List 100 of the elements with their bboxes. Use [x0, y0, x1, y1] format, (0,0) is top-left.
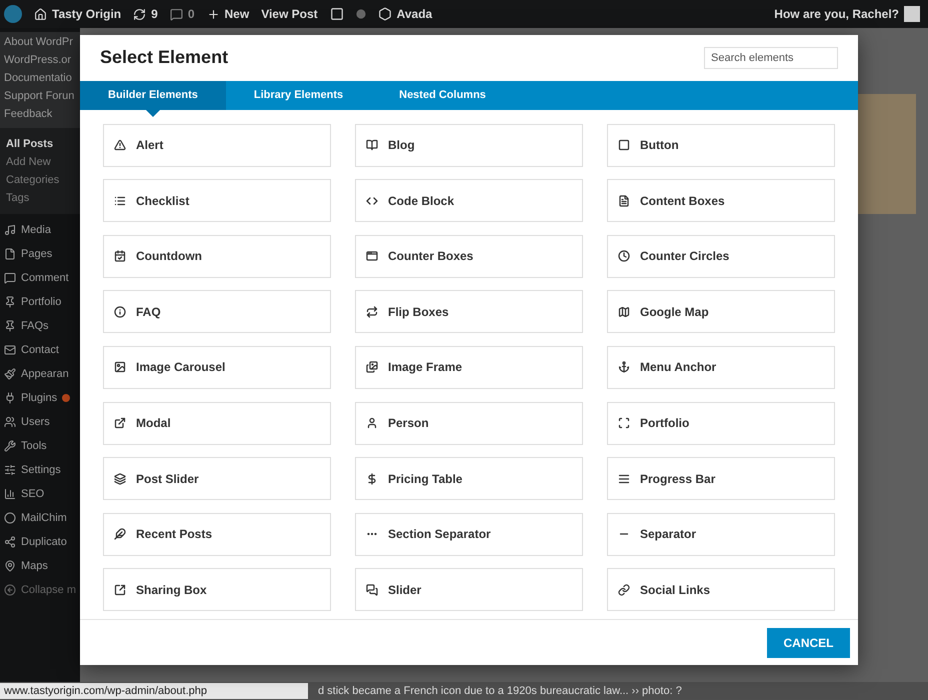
status-url: www.tastyorigin.com/wp-admin/about.php [0, 683, 308, 699]
flyout-link[interactable]: About WordPr [4, 36, 76, 48]
element-button[interactable]: Blog [355, 124, 583, 167]
flyout-link[interactable]: WordPress.or [4, 54, 76, 66]
comments-link[interactable]: 0 [170, 7, 194, 21]
theme-link[interactable]: Avada [378, 7, 432, 21]
menu-item[interactable]: FAQs [4, 318, 76, 334]
element-button[interactable]: Countdown [103, 234, 331, 278]
plug-icon [4, 392, 16, 404]
pin-icon [4, 296, 16, 308]
menu-item[interactable]: MailChim [4, 510, 76, 526]
element-button[interactable]: Pricing Table [355, 457, 583, 500]
account-link[interactable]: How are you, Rachel? [774, 6, 920, 22]
menu-item[interactable]: Duplicato [4, 534, 76, 550]
flyout-link[interactable]: Documentatio [4, 72, 76, 84]
comment-icon [4, 272, 16, 284]
circle-icon [4, 512, 16, 524]
element-button[interactable]: Slider [355, 568, 583, 612]
element-button[interactable]: Counter Boxes [355, 234, 583, 278]
element-button[interactable]: Portfolio [607, 402, 835, 444]
refresh-icon [366, 306, 378, 318]
map-icon [4, 560, 16, 572]
images-icon [366, 361, 378, 374]
site-link[interactable]: Tasty Origin [34, 7, 122, 21]
brush-icon [4, 368, 16, 380]
menu-item[interactable]: Settings [4, 462, 76, 478]
element-button[interactable]: Section Separator [355, 512, 583, 556]
link-icon [618, 584, 630, 596]
tab[interactable]: Library Elements [226, 80, 372, 110]
users-icon [4, 416, 16, 428]
caption-text: d stick became a French icon due to a 1920s bureaucratic law... ›› photo: ? [317, 685, 682, 697]
submenu-item[interactable]: Tags [6, 192, 74, 204]
flyout-link[interactable]: Support Forun [4, 90, 76, 102]
submenu-item[interactable]: Add New [6, 156, 74, 168]
wrench-icon [4, 440, 16, 452]
settings-icon [4, 464, 16, 476]
code-icon [366, 194, 378, 207]
menu-item[interactable]: SEO [4, 486, 76, 502]
submenu-item[interactable]: Categories [6, 174, 74, 186]
element-button[interactable]: Social Links [607, 568, 835, 612]
book-icon [366, 139, 378, 152]
menu-item[interactable]: Maps [4, 558, 76, 574]
element-button[interactable]: Alert [103, 124, 331, 167]
element-button[interactable]: Button [607, 124, 835, 167]
anchor-icon [618, 361, 630, 374]
menu-item[interactable]: Plugins [4, 390, 76, 406]
menu-item[interactable]: Pages [4, 246, 76, 262]
element-button[interactable]: Code Block [355, 179, 583, 222]
dialog-title: Select Element [100, 47, 228, 68]
refresh-icon [133, 8, 146, 20]
menu-item[interactable]: Appearan [4, 366, 76, 382]
submenu-item[interactable]: All Posts [6, 138, 74, 150]
status-dot-icon [356, 9, 366, 19]
wordpress-logo-icon[interactable] [4, 5, 22, 23]
cancel-button[interactable]: CANCEL [767, 628, 850, 658]
map-icon [618, 306, 630, 318]
element-button[interactable]: Sharing Box [103, 568, 331, 612]
element-button[interactable]: Checklist [103, 179, 331, 222]
element-button[interactable]: Person [355, 402, 583, 444]
element-button[interactable]: Menu Anchor [607, 346, 835, 389]
menu-item[interactable]: Portfolio [4, 294, 76, 310]
frame-icon [618, 417, 630, 429]
tab[interactable]: Nested Columns [371, 80, 514, 110]
mail-icon [4, 344, 16, 356]
flyout-link[interactable]: Feedback [4, 108, 76, 120]
menu-item[interactable]: Contact [4, 342, 76, 358]
calendar-icon [114, 250, 126, 262]
image-icon [114, 361, 126, 374]
menu-item[interactable]: Media [4, 222, 76, 238]
plus-icon [206, 8, 220, 20]
element-button[interactable]: Recent Posts [103, 512, 331, 556]
feather-icon [114, 528, 126, 540]
tab-pointer-icon [146, 110, 160, 117]
element-button[interactable]: Progress Bar [607, 457, 835, 500]
element-button[interactable]: Image Carousel [103, 346, 331, 389]
element-button[interactable]: Google Map [607, 290, 835, 334]
element-button[interactable]: Separator [607, 512, 835, 556]
window-icon [366, 250, 378, 262]
menu-item[interactable]: Tools [4, 438, 76, 454]
pages-icon [4, 248, 16, 260]
updates-link[interactable]: 9 [133, 7, 158, 21]
element-button[interactable]: FAQ [103, 290, 331, 334]
share-icon [114, 584, 126, 596]
view-post-link[interactable]: View Post [261, 7, 318, 21]
element-button[interactable]: Image Frame [355, 346, 583, 389]
menu-item[interactable]: Comment [4, 270, 76, 286]
list-icon [114, 194, 126, 207]
warning-icon [114, 139, 126, 152]
new-link[interactable]: New [206, 7, 250, 21]
element-button[interactable]: Modal [103, 402, 331, 444]
home-icon [34, 8, 47, 20]
element-button[interactable]: Post Slider [103, 457, 331, 500]
pin-icon [4, 320, 16, 332]
element-button[interactable]: Content Boxes [607, 179, 835, 222]
element-button[interactable]: Flip Boxes [355, 290, 583, 334]
comment-icon [170, 8, 183, 20]
element-button[interactable]: Counter Circles [607, 234, 835, 278]
menu-item[interactable]: Users [4, 414, 76, 430]
search-field[interactable]: Search elements [704, 46, 838, 69]
chart-icon [4, 488, 16, 500]
